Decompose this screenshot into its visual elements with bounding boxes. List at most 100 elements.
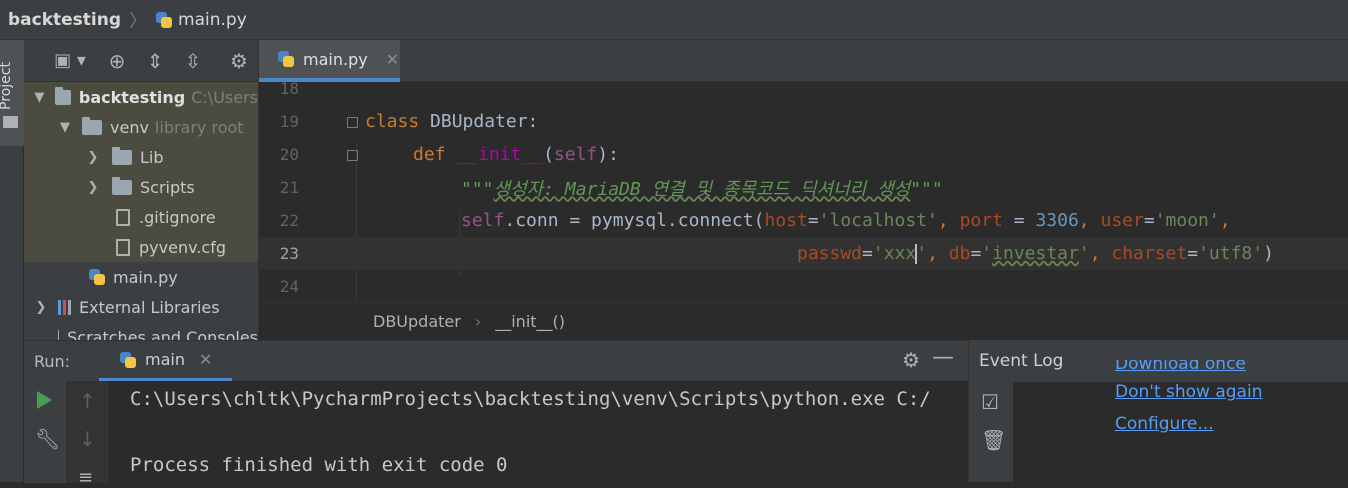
code-line-current: 23 passwd='xxx', db='investar', charset=… <box>259 237 1348 270</box>
gutter <box>303 171 351 204</box>
editor-panel: main.py ✕ 18 19 class DBUpdater: 20 def … <box>258 40 1348 340</box>
breadcrumb-method[interactable]: __init__() <box>495 312 565 331</box>
python-file-icon <box>155 11 173 29</box>
code-token: = <box>1002 210 1036 231</box>
tree-item-scratches[interactable]: Scratches and Consoles <box>24 322 258 340</box>
breadcrumb-separator-icon: 〉 <box>129 10 148 32</box>
docstring-text: 생성자: MariaDB 연결 및 종목코드 딕셔너리 생성 <box>493 178 911 200</box>
line-number: 21 <box>279 178 299 197</box>
run-tab-label: main <box>145 350 185 369</box>
view-options-icon[interactable]: ▣ ▾ <box>42 46 98 76</box>
gutter <box>303 138 358 171</box>
project-toolbar: ▣ ▾ ⊕ ⇕ ⇳ ⚙ <box>24 40 258 82</box>
tree-item-label: External Libraries <box>79 297 220 317</box>
configure-link[interactable]: Configure... <box>1115 408 1262 440</box>
tree-item-label: pyvenv.cfg <box>139 237 226 257</box>
tree-item-label: .gitignore <box>139 207 216 227</box>
tree-item-scripts[interactable]: ❯ Scripts <box>24 172 258 202</box>
run-label: Run: <box>34 351 71 371</box>
console-line: C:\Users\chltk\PycharmProjects\backtesti… <box>130 388 931 410</box>
breadcrumb-class[interactable]: DBUpdater <box>373 312 461 331</box>
string: investar <box>992 243 1079 264</box>
code-token: .conn = pymysql.connect( <box>504 210 765 231</box>
code-line: 21 """생성자: MariaDB 연결 및 종목코드 딕셔너리 생성""" <box>259 171 1348 204</box>
breadcrumb-file-label: main.py <box>178 9 247 30</box>
rerun-play-icon[interactable] <box>37 391 52 409</box>
fold-icon[interactable] <box>347 117 358 128</box>
string: ' <box>916 243 928 264</box>
editor-tab-label: main.py <box>303 49 368 69</box>
line-number: 24 <box>279 277 299 296</box>
code-area[interactable]: 18 19 class DBUpdater: 20 def __init__(s… <box>259 82 1348 302</box>
dont-show-again-link[interactable]: Don't show again <box>1115 376 1262 408</box>
run-panel-header: Run: main ✕ ⚙ — <box>24 341 968 381</box>
punct: ( <box>543 144 554 165</box>
tree-item-pyvenv[interactable]: pyvenv.cfg <box>24 232 258 262</box>
self-token: self <box>553 144 598 165</box>
docstring-quote: """ <box>910 178 943 200</box>
locate-file-icon[interactable]: ⊕ <box>98 46 136 76</box>
project-tool-tab-label: Project <box>0 62 14 110</box>
trash-icon[interactable]: 🗑︎ <box>981 428 1006 452</box>
folder-icon <box>112 176 132 195</box>
tree-item-hint: library root <box>154 117 244 137</box>
editor-breadcrumbs: DBUpdater › __init__() <box>259 302 1348 340</box>
project-tool-tab[interactable]: Project <box>0 40 24 146</box>
arrow-down-icon[interactable]: ↓ <box>79 427 96 451</box>
collapse-all-icon[interactable]: ⇳ <box>174 46 212 76</box>
arrow-up-icon[interactable]: ↑ <box>79 389 96 413</box>
tree-item-main-py[interactable]: main.py <box>24 262 258 292</box>
line-number: 20 <box>279 145 299 164</box>
punct: , <box>927 243 949 264</box>
run-toolbar-secondary: ↑ ↓ ≡ <box>66 381 108 488</box>
breadcrumb-project[interactable]: backtesting <box>8 10 121 30</box>
line-number: 23 <box>279 244 299 263</box>
function-name: __init__ <box>456 144 544 165</box>
punct: ): <box>597 144 619 165</box>
code-token: = <box>970 243 982 264</box>
editor-tab-main-py[interactable]: main.py ✕ <box>259 40 400 82</box>
folder-icon <box>112 146 132 165</box>
string: 'xxx <box>872 243 917 264</box>
settings-gear-icon[interactable]: ⚙ <box>902 348 920 372</box>
event-log-title: Event Log <box>979 351 1064 371</box>
tree-item-venv[interactable]: ▼ venv library root <box>24 112 258 142</box>
tree-item-backtesting[interactable]: ▼ backtesting C:\Users <box>24 82 258 112</box>
chevron-down-icon[interactable]: ▼ <box>56 120 74 135</box>
tree-item-gitignore[interactable]: .gitignore <box>24 202 258 232</box>
console-output[interactable]: C:\Users\chltk\PycharmProjects\backtesti… <box>130 383 931 482</box>
fold-icon[interactable] <box>347 150 358 161</box>
string: 'utf8' <box>1198 243 1264 264</box>
chevron-right-icon[interactable]: ❯ <box>84 180 102 195</box>
tree-item-lib[interactable]: ❯ Lib <box>24 142 258 172</box>
code-line: 22 self.conn = pymysql.connect(host='loc… <box>259 204 1348 237</box>
string: 'localhost' <box>818 210 938 231</box>
expand-all-icon[interactable]: ⇕ <box>136 46 174 76</box>
run-tab-main[interactable]: main ✕ <box>99 341 233 381</box>
chevron-down-icon[interactable]: ▼ <box>32 90 47 105</box>
close-icon[interactable]: ✕ <box>199 350 212 369</box>
code-token: = <box>862 243 873 264</box>
wrench-icon[interactable]: 🔧︎ <box>35 427 60 451</box>
left-tool-strip: Project <box>0 40 24 482</box>
self-token: self <box>461 210 505 231</box>
close-icon[interactable]: ✕ <box>386 50 399 69</box>
breadcrumb-file[interactable]: main.py <box>155 10 247 30</box>
tree-item-label: backtesting <box>78 87 186 107</box>
keyword: class <box>365 111 420 132</box>
mark-read-check-icon[interactable]: ☑ <box>981 390 999 414</box>
punct: , <box>1089 243 1112 264</box>
ignored-file-icon <box>116 208 130 226</box>
line-text: class DBUpdater: <box>365 111 538 132</box>
punct: ) <box>1263 243 1274 264</box>
tree-item-external-libraries[interactable]: ❯ External Libraries <box>24 292 258 322</box>
scratches-icon <box>58 329 60 340</box>
chevron-right-icon[interactable]: ❯ <box>32 300 50 315</box>
download-once-link[interactable]: Download once <box>1115 360 1262 376</box>
soft-wrap-icon[interactable]: ≡ <box>78 467 93 488</box>
class-name: DBUpdater: <box>419 111 539 132</box>
chevron-right-icon[interactable]: ❯ <box>84 150 102 165</box>
settings-gear-icon[interactable]: ⚙ <box>220 46 258 76</box>
minimize-icon[interactable]: — <box>932 345 954 370</box>
